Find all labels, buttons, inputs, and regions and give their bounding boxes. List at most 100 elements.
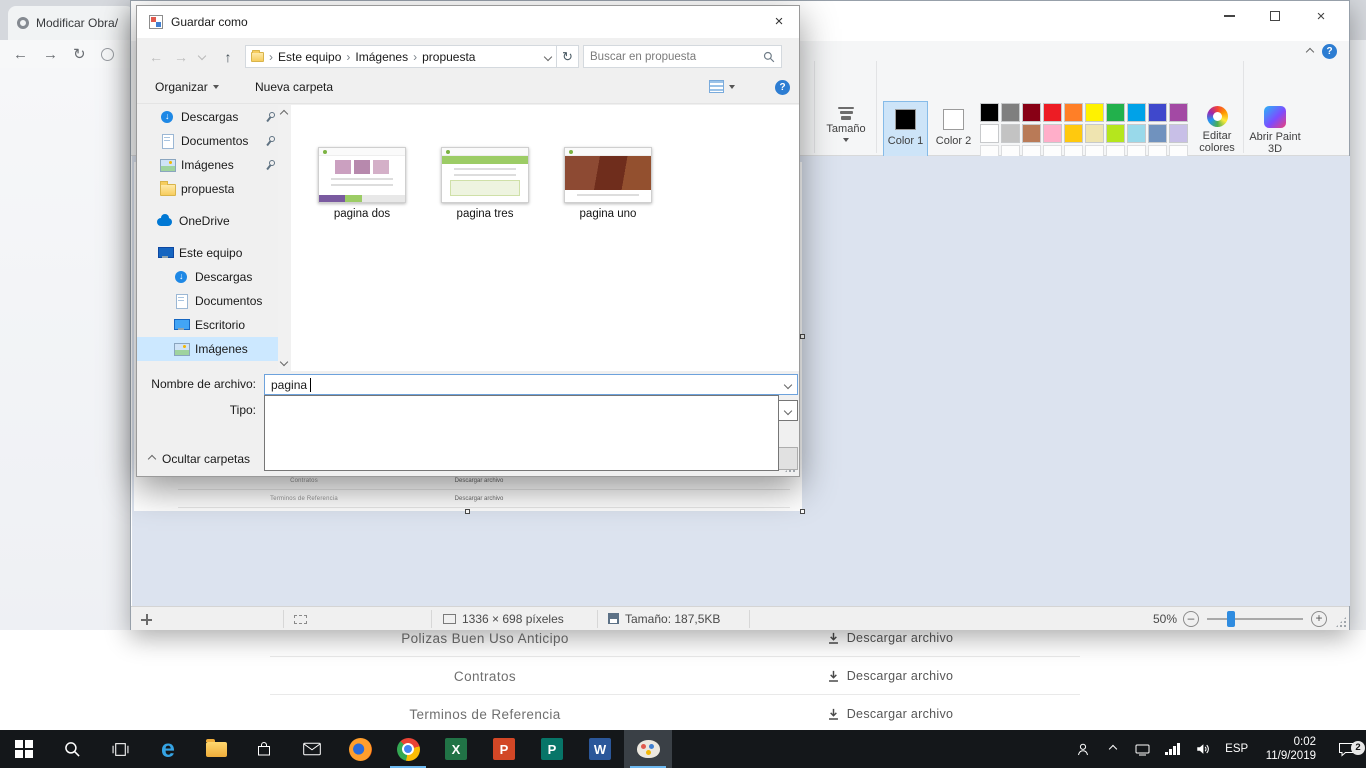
palette-color[interactable] [1085, 124, 1104, 143]
download-link[interactable]: Descargar archivo [700, 707, 1080, 721]
organize-button[interactable]: Organizar [155, 80, 219, 94]
palette-color[interactable] [1169, 124, 1188, 143]
palette-color[interactable] [1127, 103, 1146, 122]
forward-button[interactable]: → [170, 46, 192, 68]
open-paint3d-button[interactable]: Abrir Paint 3D [1249, 103, 1301, 155]
breadcrumb-root[interactable]: Este equipo [278, 50, 341, 64]
sidebar-item-escritorio[interactable]: Escritorio [137, 313, 278, 337]
sidebar-item-este-equipo[interactable]: Este equipo [137, 241, 278, 265]
people-button[interactable] [1068, 742, 1098, 757]
palette-color[interactable] [1085, 103, 1104, 122]
sidebar-item-imagenes[interactable]: Imágenes [137, 153, 278, 177]
palette-color[interactable] [1106, 103, 1125, 122]
minimize-button[interactable] [1206, 1, 1252, 31]
search-box[interactable]: Buscar en propuesta [583, 45, 782, 68]
file-item-pagina-uno[interactable]: pagina uno [553, 147, 663, 220]
taskbar-word-button[interactable]: W [576, 730, 624, 768]
taskbar-publisher-button[interactable]: P [528, 730, 576, 768]
close-button[interactable]: × [1298, 1, 1344, 31]
canvas-resize-handle-bottom[interactable] [465, 509, 470, 514]
taskbar-explorer-button[interactable] [192, 730, 240, 768]
filetype-dropdown-list[interactable] [264, 395, 779, 471]
breadcrumb-leaf[interactable]: propuesta [422, 50, 475, 64]
sidebar-scrollbar[interactable] [278, 105, 291, 371]
taskbar-mail-button[interactable] [288, 730, 336, 768]
palette-color[interactable] [1001, 124, 1020, 143]
view-mode-button[interactable] [709, 80, 735, 93]
tray-expand-button[interactable] [1098, 746, 1128, 752]
browser-back-icon[interactable]: ← [13, 46, 28, 63]
palette-color[interactable] [1001, 103, 1020, 122]
recent-locations-icon[interactable] [198, 52, 206, 60]
taskbar-store-button[interactable] [240, 730, 288, 768]
signal-button[interactable] [1158, 743, 1188, 755]
taskbar-chrome-button[interactable] [384, 730, 432, 768]
action-center-button[interactable]: 2 [1326, 742, 1366, 757]
file-item-pagina-tres[interactable]: pagina tres [430, 147, 540, 220]
canvas-resize-handle-right[interactable] [800, 334, 805, 339]
dialog-close-button[interactable]: × [763, 9, 795, 34]
hide-folders-button[interactable]: Ocultar carpetas [149, 449, 250, 469]
palette-color[interactable] [980, 103, 999, 122]
up-button[interactable]: ↑ [217, 46, 239, 68]
taskbar-powerpoint-button[interactable]: P [480, 730, 528, 768]
size-button[interactable]: Tamaño [819, 103, 873, 142]
palette-color[interactable] [1022, 103, 1041, 122]
palette-color[interactable] [1169, 103, 1188, 122]
filename-input[interactable]: pagina [264, 374, 798, 395]
maximize-button[interactable] [1252, 1, 1298, 31]
start-button[interactable] [0, 730, 48, 768]
browser-reload-icon[interactable]: ↻ [73, 45, 86, 63]
filename-dropdown-icon[interactable] [784, 380, 792, 388]
taskbar-paint-button[interactable] [624, 730, 672, 768]
edit-colors-button[interactable]: Editar colores [1193, 103, 1241, 154]
task-view-button[interactable] [96, 730, 144, 768]
address-bar[interactable]: › Este equipo › Imágenes › propuesta [245, 45, 557, 68]
palette-color[interactable] [1043, 124, 1062, 143]
sidebar-item-documentos[interactable]: Documentos [137, 129, 278, 153]
address-dropdown-icon[interactable] [544, 52, 552, 60]
sidebar-item-documentos-2[interactable]: Documentos [137, 289, 278, 313]
palette-color[interactable] [1064, 103, 1083, 122]
palette-color[interactable] [1022, 124, 1041, 143]
breadcrumb-mid[interactable]: Imágenes [355, 50, 408, 64]
zoom-out-button[interactable]: – [1183, 611, 1199, 627]
zoom-slider[interactable] [1207, 618, 1303, 620]
clock[interactable]: 0:02 11/9/2019 [1256, 735, 1326, 763]
sidebar-item-descargas-2[interactable]: Descargas [137, 265, 278, 289]
page-info-icon[interactable] [101, 48, 114, 61]
zoom-slider-thumb[interactable] [1227, 611, 1235, 627]
palette-color[interactable] [1148, 103, 1167, 122]
download-link[interactable]: Descargar archivo [700, 631, 1080, 645]
dialog-help-button[interactable]: ? [775, 80, 790, 95]
window-resize-grip[interactable] [1335, 616, 1347, 628]
sidebar-item-descargas[interactable]: Descargas [137, 105, 278, 129]
palette-color[interactable] [1106, 124, 1125, 143]
taskbar-search-button[interactable] [48, 730, 96, 768]
palette-color[interactable] [1064, 124, 1083, 143]
volume-button[interactable] [1188, 742, 1218, 756]
taskbar-firefox-button[interactable] [336, 730, 384, 768]
refresh-button[interactable]: ↻ [557, 45, 579, 68]
sidebar-item-propuesta[interactable]: propuesta [137, 177, 278, 201]
browser-tab[interactable]: Modificar Obra/ [8, 6, 134, 40]
collapse-ribbon-icon[interactable] [1306, 47, 1314, 55]
filetype-dropdown-icon[interactable] [784, 406, 792, 414]
taskbar-excel-button[interactable]: X [432, 730, 480, 768]
file-item-pagina-dos[interactable]: pagina dos [307, 147, 417, 220]
network-button[interactable] [1128, 743, 1158, 756]
scroll-up-icon[interactable] [280, 110, 288, 118]
language-indicator[interactable]: ESP [1218, 743, 1256, 755]
zoom-in-button[interactable]: + [1311, 611, 1327, 627]
canvas-resize-handle-corner[interactable] [800, 509, 805, 514]
palette-color[interactable] [1148, 124, 1167, 143]
taskbar-edge-button[interactable]: e [144, 730, 192, 768]
download-link[interactable]: Descargar archivo [700, 669, 1080, 683]
sidebar-item-imagenes-2[interactable]: Imágenes [137, 337, 278, 361]
scroll-down-icon[interactable] [280, 358, 288, 366]
palette-color[interactable] [1127, 124, 1146, 143]
new-folder-button[interactable]: Nueva carpeta [255, 80, 333, 94]
palette-color[interactable] [980, 124, 999, 143]
sidebar-item-onedrive[interactable]: OneDrive [137, 209, 278, 233]
back-button[interactable]: ← [145, 46, 167, 68]
